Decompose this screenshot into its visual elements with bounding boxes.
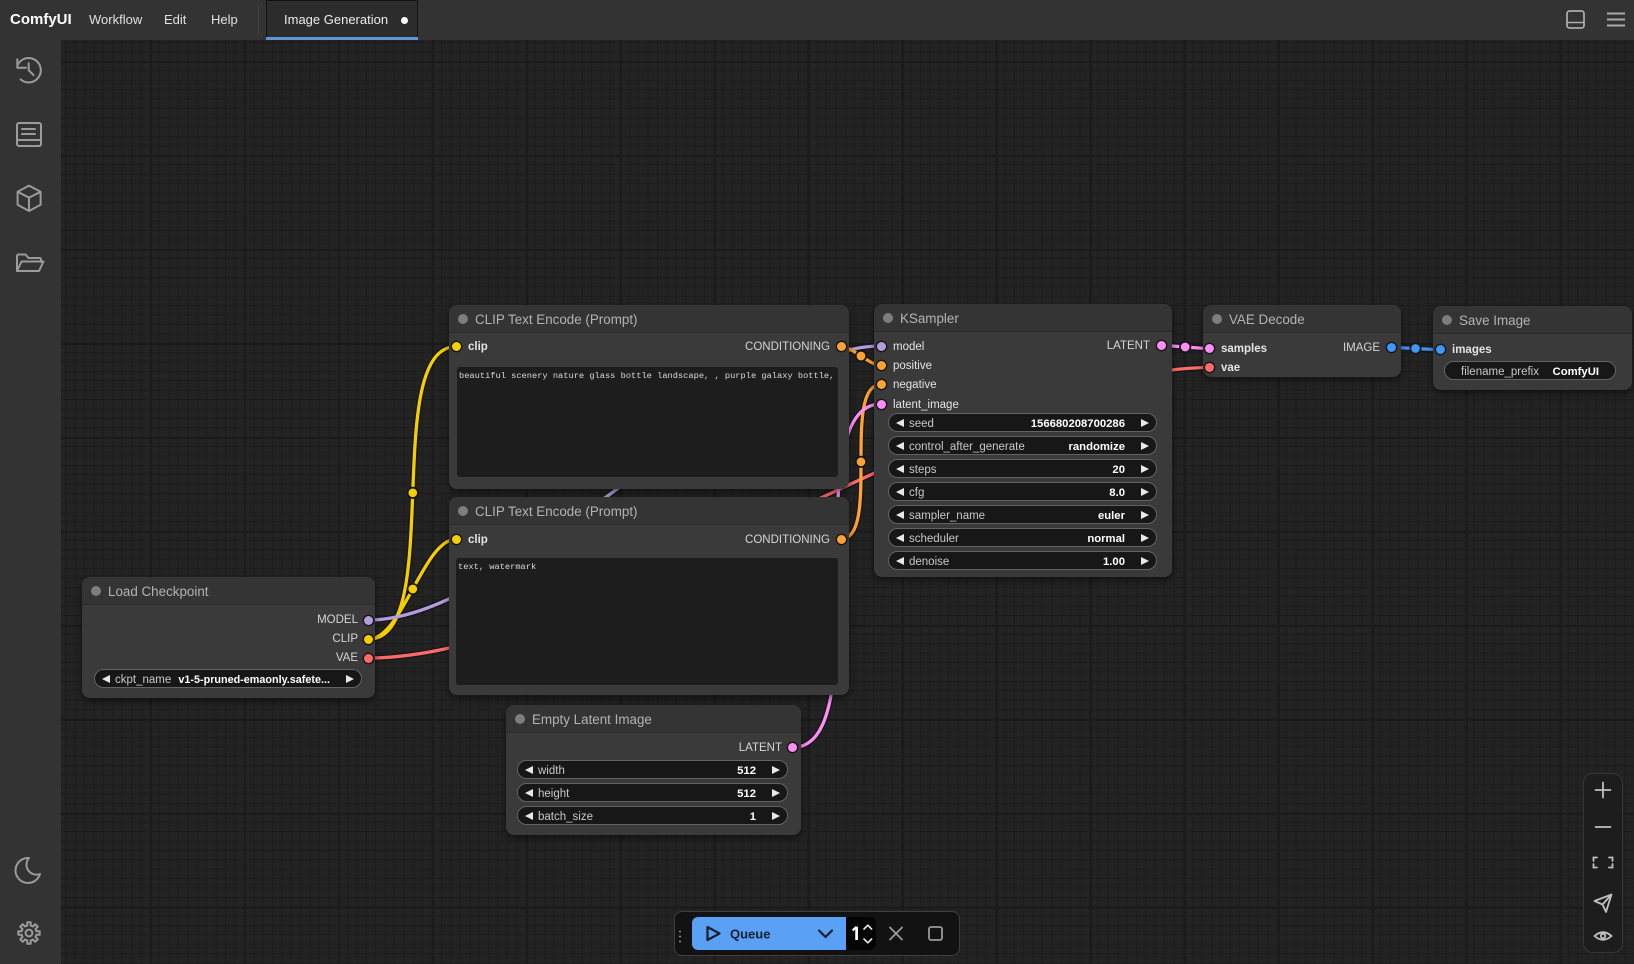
svg-text:Queue: Queue — [730, 927, 770, 942]
